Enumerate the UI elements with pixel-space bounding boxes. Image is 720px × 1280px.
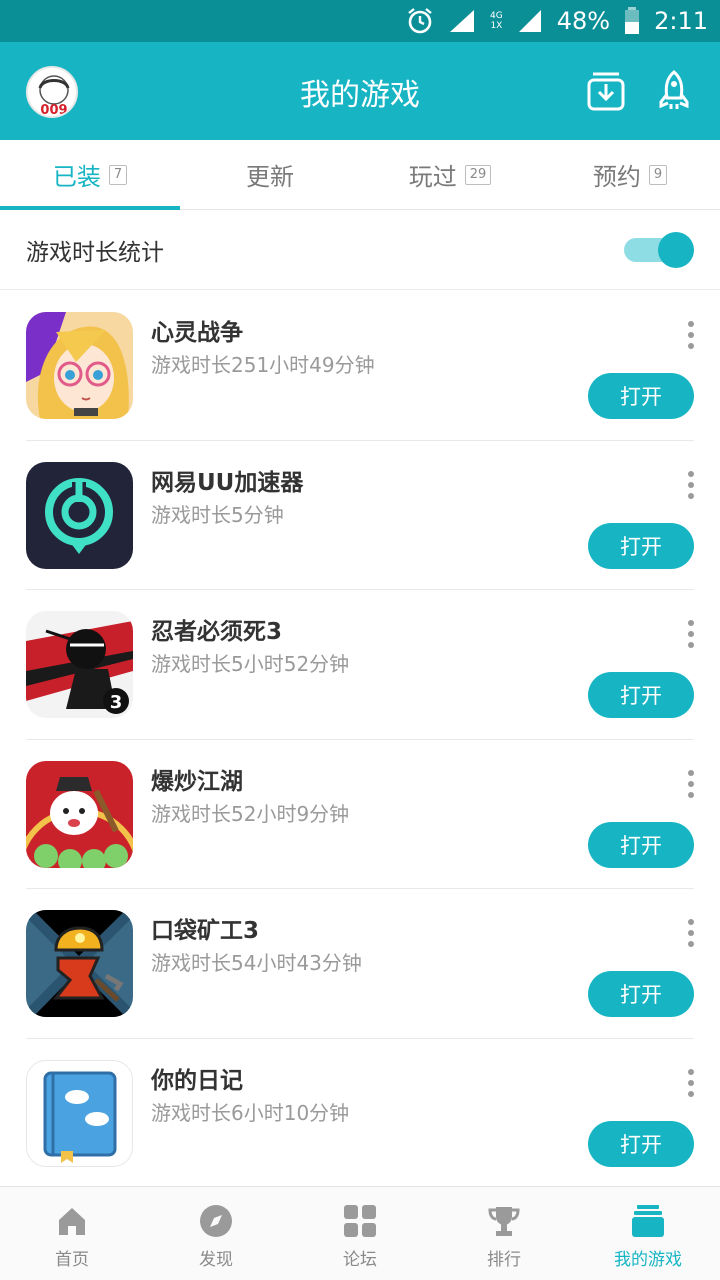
nav-forum[interactable]: 论坛	[288, 1187, 432, 1280]
status-bar: 4G 1X 48% 2:11	[0, 0, 720, 42]
my-games-icon	[630, 1203, 666, 1239]
nav-home[interactable]: 首页	[0, 1187, 144, 1280]
more-options-icon[interactable]	[684, 919, 698, 948]
download-manager-button[interactable]	[584, 68, 628, 114]
nav-ranking[interactable]: 排行	[432, 1187, 576, 1280]
game-playtime: 游戏时长5分钟	[151, 502, 284, 527]
clock: 2:11	[654, 7, 708, 35]
toggle-knob	[658, 231, 694, 268]
game-playtime: 游戏时长6小时10分钟	[151, 1100, 350, 1125]
tab-updates[interactable]: 更新	[180, 140, 360, 209]
tab-installed[interactable]: 已装 7	[0, 140, 180, 210]
uu-accelerator-icon[interactable]	[26, 461, 133, 569]
tab-label: 玩过	[408, 163, 457, 191]
more-options-icon[interactable]	[684, 769, 698, 798]
game-playtime: 游戏时长5小时52分钟	[151, 652, 350, 677]
game-name: 网易UU加速器	[151, 469, 304, 496]
list-item[interactable]: 口袋矿工3 游戏时长54小时43分钟 打开	[26, 889, 694, 1039]
open-button[interactable]: 打开	[588, 1120, 694, 1167]
signal-icon-2	[517, 8, 543, 34]
bottom-navigation: 首页 发现 论坛 排行 我的游戏	[0, 1186, 720, 1280]
tab-count-badge: 7	[108, 164, 128, 185]
game-playtime: 游戏时长251小时49分钟	[151, 353, 375, 377]
open-button[interactable]: 打开	[588, 672, 694, 719]
open-button[interactable]: 打开	[588, 522, 694, 569]
nav-label: 首页	[55, 1250, 89, 1270]
anime-girl-icon[interactable]	[26, 312, 133, 419]
list-item[interactable]: 3 忍者必须死3 游戏时长5小时52分钟 打开	[26, 590, 694, 740]
network-bottom-label: 1X	[490, 21, 503, 31]
grid-icon	[342, 1203, 378, 1239]
game-name: 你的日记	[151, 1067, 243, 1094]
more-options-icon[interactable]	[684, 620, 698, 649]
playtime-stats-label: 游戏时长统计	[26, 239, 164, 266]
nav-discover[interactable]: 发现	[144, 1187, 288, 1280]
open-button[interactable]: 打开	[588, 971, 694, 1018]
nav-label: 发现	[199, 1250, 233, 1270]
more-options-icon[interactable]	[684, 321, 698, 349]
playtime-stats-toggle[interactable]	[624, 231, 694, 268]
open-button[interactable]: 打开	[588, 373, 694, 419]
tab-reserved[interactable]: 预约 9	[540, 140, 720, 209]
open-button[interactable]: 打开	[588, 821, 694, 868]
tab-label: 已装	[52, 163, 101, 191]
speedup-button[interactable]	[652, 68, 696, 114]
rocket-icon	[659, 70, 689, 109]
compass-icon	[198, 1203, 234, 1239]
chef-icon[interactable]	[26, 760, 133, 868]
tab-count-badge: 9	[648, 164, 668, 185]
battery-icon	[624, 7, 640, 35]
diary-book-icon[interactable]	[26, 1059, 133, 1167]
trophy-icon	[486, 1203, 522, 1239]
list-item[interactable]: 你的日记 游戏时长6小时10分钟 打开	[26, 1039, 694, 1189]
tab-bar: 已装 7 更新 玩过 29 预约 9	[0, 140, 720, 210]
game-name: 爆炒江湖	[151, 768, 243, 795]
svg-text:3: 3	[110, 692, 123, 713]
list-item[interactable]: 网易UU加速器 游戏时长5分钟 打开	[26, 441, 694, 591]
installed-games-list: 心灵战争 游戏时长251小时49分钟 打开 网易UU加速器 游戏时长5分钟 打开	[0, 291, 720, 1189]
game-name: 心灵战争	[151, 320, 243, 346]
nav-my-games[interactable]: 我的游戏	[576, 1187, 720, 1280]
game-name: 忍者必须死3	[151, 619, 283, 646]
ninja-icon[interactable]: 3	[26, 611, 133, 719]
nav-label: 论坛	[343, 1250, 377, 1270]
battery-percent: 48%	[556, 7, 611, 35]
playtime-stats-row: 游戏时长统计	[0, 210, 720, 290]
download-box-icon	[587, 72, 625, 111]
miner-icon[interactable]	[26, 910, 133, 1018]
nav-label: 我的游戏	[614, 1250, 682, 1270]
tab-label: 预约	[592, 163, 641, 191]
home-icon	[54, 1203, 90, 1239]
network-indicator: 4G 1X	[490, 11, 503, 31]
network-top-label: 4G	[490, 11, 503, 21]
game-playtime: 游戏时长52小时9分钟	[151, 801, 350, 826]
game-name: 口袋矿工3	[151, 918, 260, 945]
tab-played[interactable]: 玩过 29	[360, 140, 540, 209]
list-item[interactable]: 心灵战争 游戏时长251小时49分钟 打开	[26, 291, 694, 441]
signal-icon	[448, 8, 476, 34]
game-playtime: 游戏时长54小时43分钟	[151, 951, 362, 976]
alarm-icon	[406, 7, 434, 35]
list-item[interactable]: 爆炒江湖 游戏时长52小时9分钟 打开	[26, 740, 694, 890]
app-header: 009 我的游戏	[0, 42, 720, 140]
nav-label: 排行	[487, 1250, 521, 1270]
tab-count-badge: 29	[464, 164, 492, 185]
more-options-icon[interactable]	[684, 470, 698, 499]
more-options-icon[interactable]	[684, 1068, 698, 1097]
tab-label: 更新	[246, 163, 294, 191]
